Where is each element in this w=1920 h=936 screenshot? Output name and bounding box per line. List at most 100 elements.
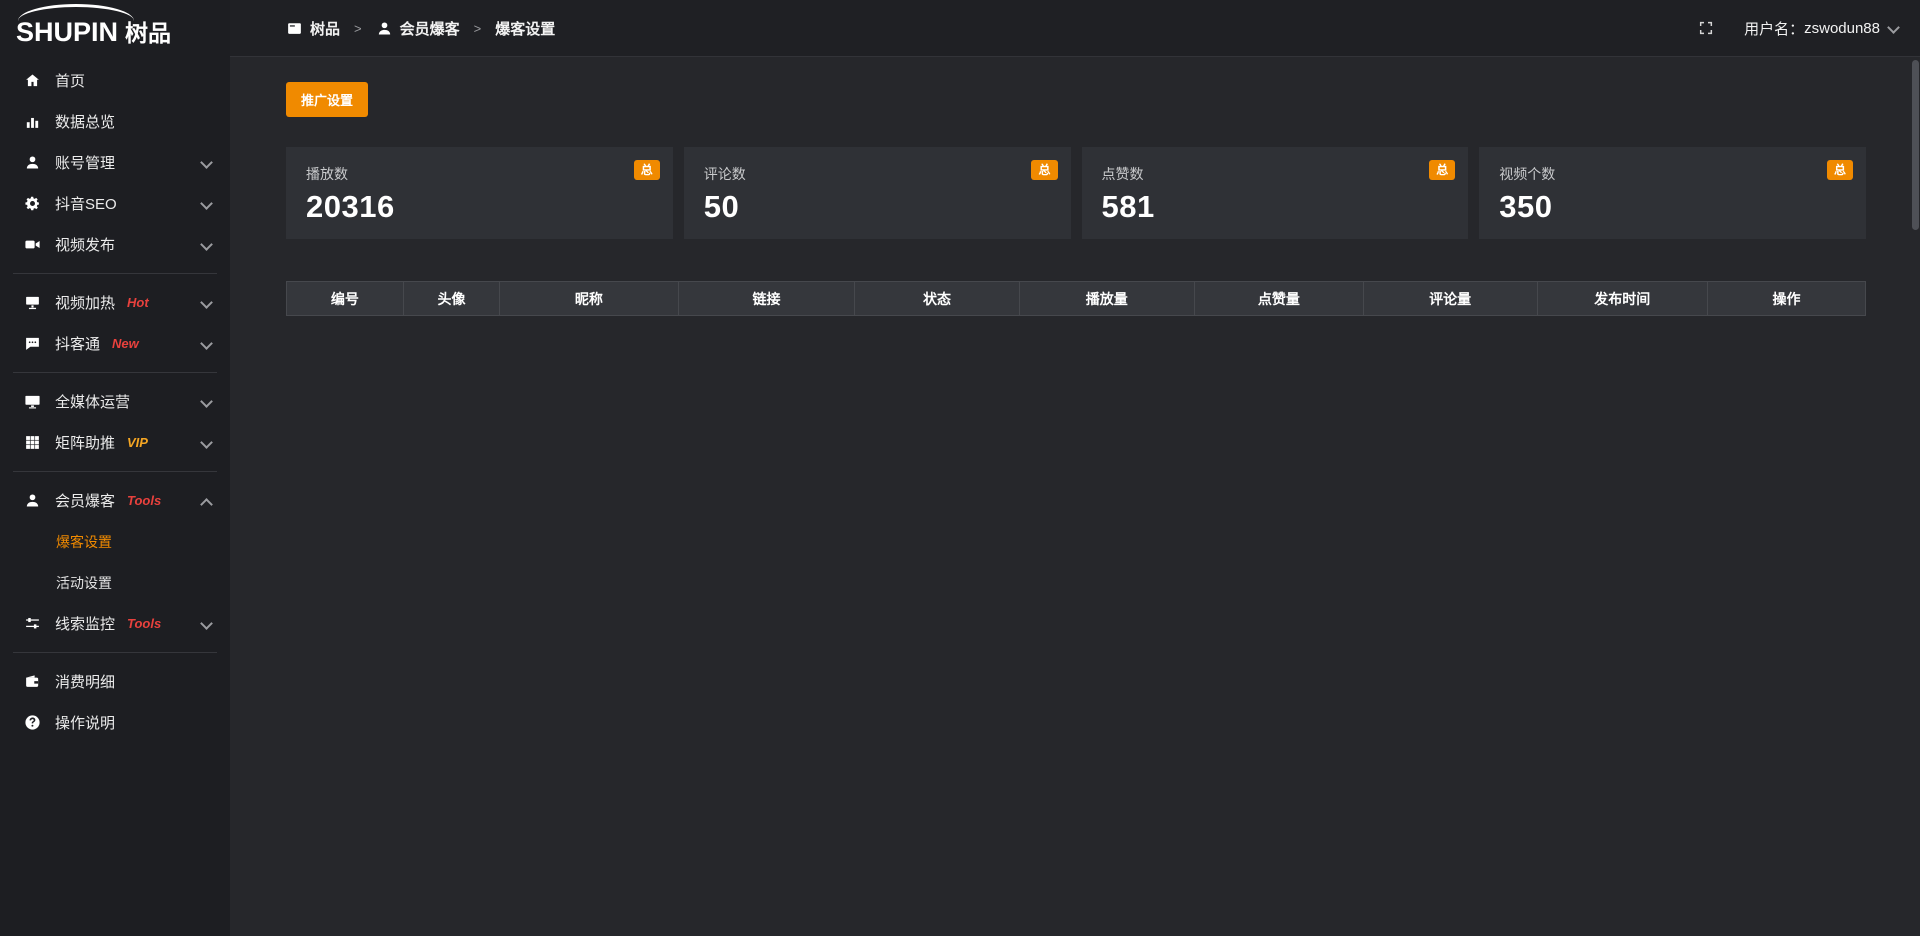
sidebar-item-consumption-details[interactable]: 消费明细 xyxy=(0,661,230,702)
stat-card-plays: 播放数 总 20316 xyxy=(286,147,673,239)
sidebar-item-label: 活动设置 xyxy=(56,573,112,593)
sidebar-item-label: 抖音SEO xyxy=(55,193,117,214)
stat-card-videos: 视频个数 总 350 xyxy=(1479,147,1866,239)
sidebar-divider xyxy=(13,273,217,274)
breadcrumb-item[interactable]: 树品 xyxy=(286,18,340,39)
fullscreen-icon[interactable] xyxy=(1698,20,1714,36)
app-root: SHUPIN 树品 首页数据总览账号管理抖音SEO视频发布视频加热Hot抖客通N… xyxy=(0,0,1920,936)
sidebar-item-video-heat[interactable]: 视频加热 Hot xyxy=(0,282,230,323)
screen-icon xyxy=(22,294,42,311)
sidebar-item-tag: Tools xyxy=(127,616,161,631)
bar-chart-icon xyxy=(22,113,42,130)
sidebar-item-account-management[interactable]: 账号管理 xyxy=(0,142,230,183)
sidebar-nav: 首页数据总览账号管理抖音SEO 视频发布视频加热 Hot 抖客通 New 全媒体运营矩阵助… xyxy=(0,52,230,743)
data-table: 编号 头像 昵称 链接 状态 播放量 点赞量 评论量 发布时间 操作 xyxy=(286,281,1866,316)
col-header-link: 链接 xyxy=(679,282,856,316)
video-icon xyxy=(22,236,42,253)
sidebar-item-tag: New xyxy=(112,336,139,351)
grid-icon xyxy=(22,434,42,451)
username: zswodun88 xyxy=(1804,20,1880,37)
sidebar-item-tag: Tools xyxy=(127,493,161,508)
col-header-nickname: 昵称 xyxy=(500,282,678,316)
sidebar-item-label: 视频加热 xyxy=(55,292,115,313)
sidebar-item-video-publish[interactable]: 视频发布 xyxy=(0,224,230,265)
sidebar-item-activity-settings[interactable]: 活动设置 xyxy=(0,562,230,603)
breadcrumb-separator: > xyxy=(474,21,482,36)
content-area: 推广设置 播放数 总 20316 评论数 总 50 点赞数 总 581 xyxy=(230,57,1920,936)
chevron-down-icon xyxy=(1888,23,1900,33)
stat-card-comments: 评论数 总 50 xyxy=(684,147,1071,239)
stat-label: 播放数 xyxy=(306,166,348,182)
breadcrumb-label: 会员爆客 xyxy=(400,18,460,39)
stat-total-badge: 总 xyxy=(1827,160,1853,180)
breadcrumb-separator: > xyxy=(354,21,362,36)
topbar: 树品 > 会员爆客 > 爆客设置 用户名： zswodun88 xyxy=(230,0,1920,57)
chevron-down-icon xyxy=(201,397,212,407)
stat-total-badge: 总 xyxy=(1031,160,1057,180)
sidebar-item-label: 全媒体运营 xyxy=(55,391,130,412)
chevron-down-icon xyxy=(201,619,212,629)
chevron-down-icon xyxy=(201,158,212,168)
sliders-icon xyxy=(22,615,42,632)
sidebar-item-label: 数据总览 xyxy=(55,111,115,132)
main-area: 树品 > 会员爆客 > 爆客设置 用户名： zswodun88 推广设置 播放数 总 2… xyxy=(230,0,1920,936)
breadcrumb: 树品 > 会员爆客 > 爆客设置 xyxy=(286,18,555,39)
stat-total-badge: 总 xyxy=(634,160,660,180)
stat-value: 20316 xyxy=(306,189,653,225)
home-icon xyxy=(22,72,42,89)
chat-icon xyxy=(22,335,42,352)
chevron-down-icon xyxy=(201,199,212,209)
sidebar-item-data-overview[interactable]: 数据总览 xyxy=(0,101,230,142)
user-menu[interactable]: 用户名： zswodun88 xyxy=(1744,18,1900,39)
member-icon xyxy=(22,492,42,509)
col-header-likes: 点赞量 xyxy=(1195,282,1364,316)
stat-cards: 播放数 总 20316 评论数 总 50 点赞数 总 581 视频个数 总 xyxy=(286,147,1866,239)
sidebar-item-member-baoke[interactable]: 会员爆客 Tools xyxy=(0,480,230,521)
monitor-icon xyxy=(22,393,42,410)
promo-settings-button[interactable]: 推广设置 xyxy=(286,82,368,117)
stat-card-likes: 点赞数 总 581 xyxy=(1082,147,1469,239)
stat-value: 581 xyxy=(1102,189,1449,225)
sidebar-item-media-operation[interactable]: 全媒体运营 xyxy=(0,381,230,422)
chevron-down-icon xyxy=(201,240,212,250)
sidebar-divider xyxy=(13,652,217,653)
scrollbar[interactable] xyxy=(1912,60,1919,230)
stat-total-badge: 总 xyxy=(1429,160,1455,180)
sidebar-item-label: 首页 xyxy=(55,70,85,91)
chevron-down-icon xyxy=(201,298,212,308)
sidebar-item-douketong[interactable]: 抖客通 New xyxy=(0,323,230,364)
question-icon xyxy=(22,714,42,731)
sidebar-item-label: 会员爆客 xyxy=(55,490,115,511)
sidebar-item-baoke-settings[interactable]: 爆客设置 xyxy=(0,521,230,562)
col-header-avatar: 头像 xyxy=(404,282,500,316)
sidebar-item-tag: Hot xyxy=(127,295,149,310)
breadcrumb-item[interactable]: 会员爆客 xyxy=(376,18,460,39)
app-icon xyxy=(286,20,303,37)
stat-label: 视频个数 xyxy=(1499,166,1555,182)
sidebar-item-label: 消费明细 xyxy=(55,671,115,692)
sidebar-divider xyxy=(13,471,217,472)
chevron-down-icon xyxy=(201,438,212,448)
sidebar-item-home[interactable]: 首页 xyxy=(0,60,230,101)
stat-label: 评论数 xyxy=(704,166,746,182)
sidebar-item-label: 视频发布 xyxy=(55,234,115,255)
gear-icon xyxy=(22,195,42,212)
chevron-up-icon xyxy=(201,496,212,506)
chevron-down-icon xyxy=(201,339,212,349)
breadcrumb-item[interactable]: 爆客设置 xyxy=(495,18,555,39)
sidebar: SHUPIN 树品 首页数据总览账号管理抖音SEO视频发布视频加热Hot抖客通N… xyxy=(0,0,230,936)
sidebar-item-operation-guide[interactable]: 操作说明 xyxy=(0,702,230,743)
sidebar-item-label: 操作说明 xyxy=(55,712,115,733)
sidebar-item-label: 抖客通 xyxy=(55,333,100,354)
sidebar-item-label: 线索监控 xyxy=(55,613,115,634)
col-header-status: 状态 xyxy=(855,282,1019,316)
sidebar-item-tag: VIP xyxy=(127,435,148,450)
breadcrumb-label: 树品 xyxy=(310,18,340,39)
col-header-actions: 操作 xyxy=(1708,282,1866,316)
sidebar-divider xyxy=(13,372,217,373)
col-header-time: 发布时间 xyxy=(1538,282,1709,316)
sidebar-item-douyin-seo[interactable]: 抖音SEO xyxy=(0,183,230,224)
sidebar-item-matrix-boost[interactable]: 矩阵助推VIP xyxy=(0,422,230,463)
sidebar-item-clue-monitor[interactable]: 线索监控 Tools xyxy=(0,603,230,644)
sidebar-item-label: 爆客设置 xyxy=(56,532,112,552)
